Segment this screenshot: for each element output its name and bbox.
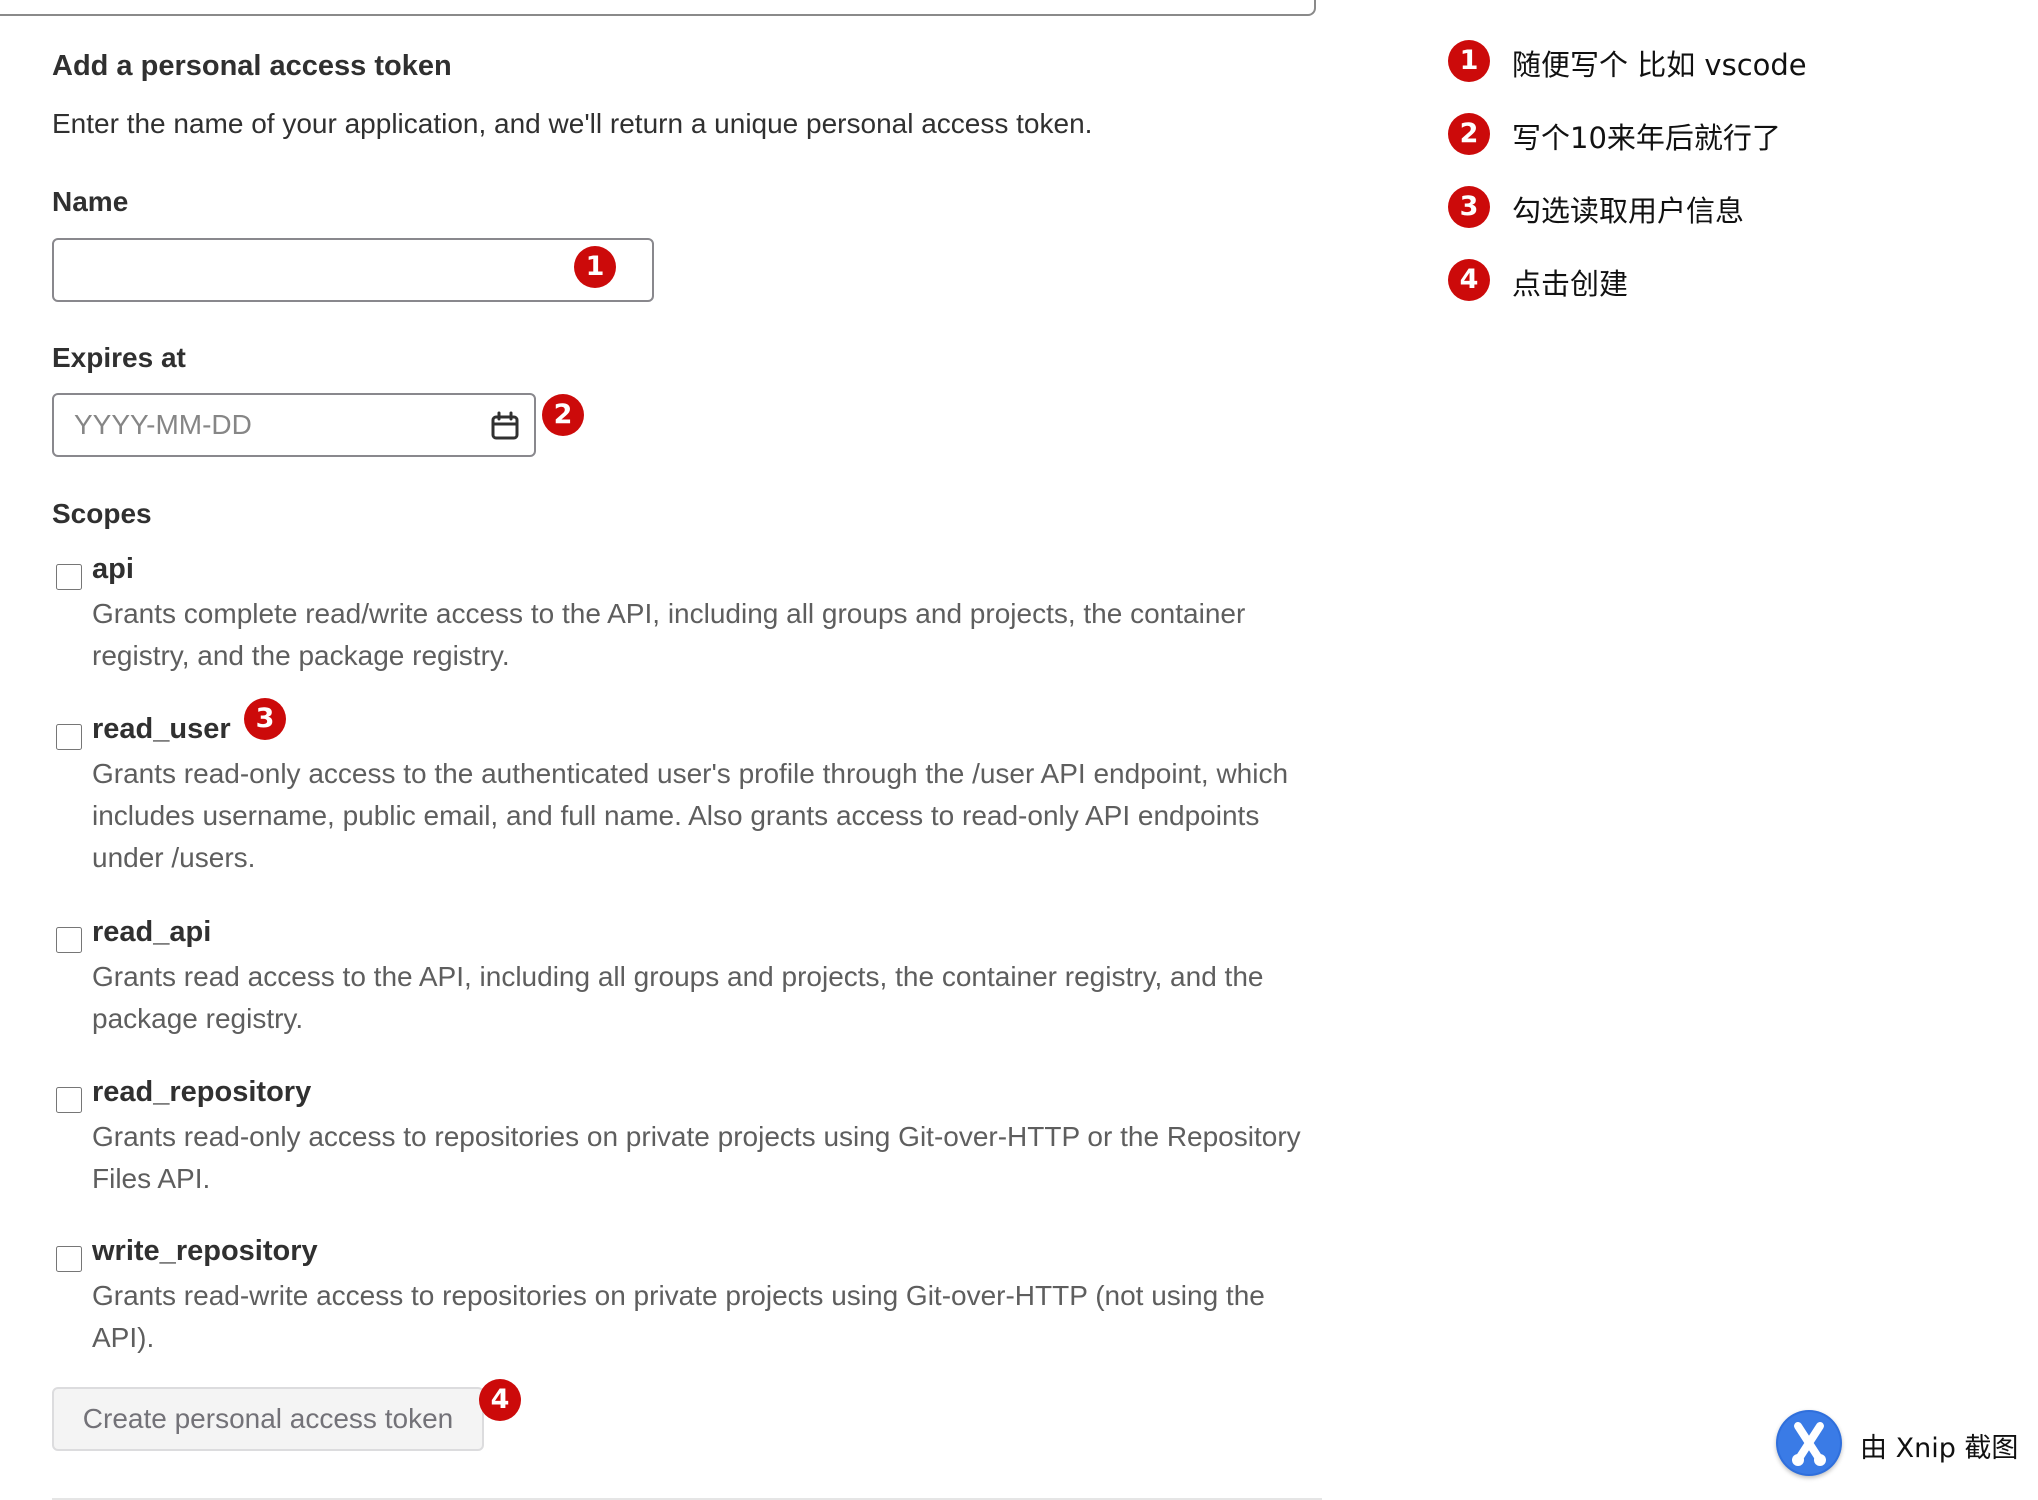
- marker-badge-4: 4: [479, 1379, 521, 1421]
- scope-write-repository-description: Grants read-write access to repositories…: [92, 1280, 1265, 1353]
- note-number-badge: 2: [1448, 113, 1490, 155]
- token-name-input[interactable]: [52, 238, 654, 302]
- section-title: Add a personal access token: [52, 50, 452, 82]
- scope-read-user-description: Grants read-only access to the authentic…: [92, 758, 1289, 873]
- section-description: Enter the name of your application, and …: [52, 108, 1093, 139]
- marker-badge-3: 3: [244, 698, 286, 740]
- scopes-label: Scopes: [52, 498, 152, 529]
- marker-badge-1: 1: [574, 246, 616, 288]
- personal-access-token-form: Add a personal access token Enter the na…: [52, 0, 1322, 1500]
- note-text: 写个10来年后就行了: [1512, 121, 1781, 155]
- xnip-watermark: 由 Xnip 截图: [1776, 1410, 2038, 1480]
- create-token-button[interactable]: Create personal access token: [52, 1387, 484, 1451]
- scope-read-api-name[interactable]: read_api: [92, 916, 211, 949]
- calendar-icon[interactable]: [490, 411, 520, 441]
- expires-at-input[interactable]: [52, 393, 536, 457]
- expires-at-field: [52, 393, 536, 457]
- note-text: 勾选读取用户信息: [1512, 194, 1745, 228]
- note-text: 随便写个 比如 vscode: [1512, 48, 1807, 82]
- scope-write-repository-checkbox[interactable]: [56, 1246, 82, 1272]
- note-number-badge: 3: [1448, 186, 1490, 228]
- scope-read-repository-name[interactable]: read_repository: [92, 1076, 311, 1109]
- scope-api-description: Grants complete read/write access to the…: [92, 598, 1246, 671]
- scope-read-repository-checkbox[interactable]: [56, 1087, 82, 1113]
- scope-write-repository-name[interactable]: write_repository: [92, 1235, 318, 1268]
- scope-api-name[interactable]: api: [92, 553, 134, 586]
- note-number-badge: 1: [1448, 40, 1490, 82]
- expires-at-label: Expires at: [52, 342, 186, 373]
- scope-read-user-name[interactable]: read_user: [92, 713, 231, 746]
- marker-badge-2: 2: [542, 394, 584, 436]
- note-number-badge: 4: [1448, 259, 1490, 301]
- scope-read-api-checkbox[interactable]: [56, 927, 82, 953]
- name-label: Name: [52, 186, 129, 217]
- note-text: 点击创建: [1512, 267, 1629, 301]
- scope-api-checkbox[interactable]: [56, 564, 82, 590]
- scope-read-user-checkbox[interactable]: [56, 724, 82, 750]
- scope-read-api-description: Grants read access to the API, including…: [92, 961, 1264, 1034]
- scope-read-repository-description: Grants read-only access to repositories …: [92, 1121, 1301, 1194]
- watermark-text: 由 Xnip 截图: [1860, 1433, 2019, 1464]
- xnip-logo-icon: [1776, 1410, 1842, 1476]
